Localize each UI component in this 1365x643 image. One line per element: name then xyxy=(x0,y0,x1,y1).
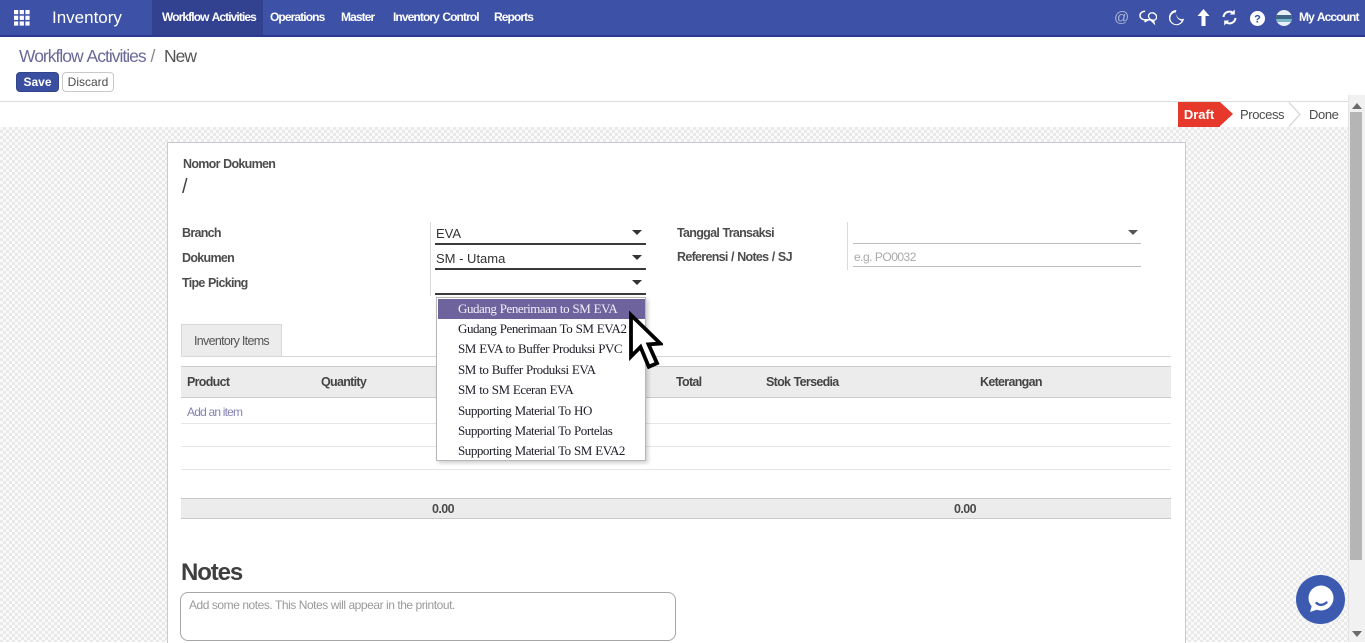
svg-text:?: ? xyxy=(1254,13,1261,25)
